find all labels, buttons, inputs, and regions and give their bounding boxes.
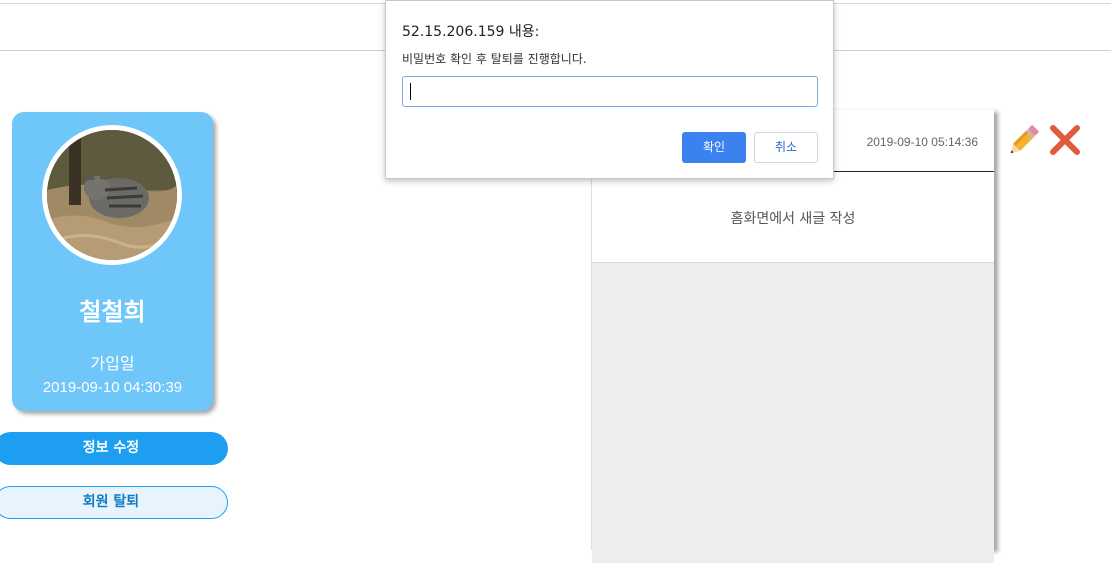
password-input[interactable]	[402, 76, 818, 107]
post-date: 2019-09-10 05:14:36	[866, 135, 978, 149]
password-prompt-dialog: 52.15.206.159 내용: 비밀번호 확인 후 탈퇴를 진행합니다. 확…	[385, 0, 834, 179]
profile-name: 철철희	[79, 298, 146, 326]
withdraw-button[interactable]: 회원 탈퇴	[0, 486, 228, 519]
text-caret	[410, 83, 411, 100]
join-date-label: 가입일	[90, 354, 135, 373]
dialog-message: 비밀번호 확인 후 탈퇴를 진행합니다.	[402, 52, 587, 66]
pencil-icon[interactable]	[1004, 122, 1042, 160]
edit-info-button[interactable]: 정보 수정	[0, 432, 228, 465]
profile-card: 철철희 가입일 2019-09-10 04:30:39	[12, 112, 213, 411]
post-body-area	[592, 262, 994, 563]
cancel-button[interactable]: 취소	[754, 132, 818, 163]
close-icon[interactable]	[1047, 122, 1083, 158]
avatar	[42, 125, 182, 265]
ok-button[interactable]: 확인	[682, 132, 746, 163]
cat-photo-icon	[47, 130, 177, 260]
join-date-value: 2019-09-10 04:30:39	[42, 379, 183, 396]
dialog-title: 52.15.206.159 내용:	[402, 24, 540, 40]
post-content: 홈화면에서 새글 작성	[730, 211, 856, 227]
